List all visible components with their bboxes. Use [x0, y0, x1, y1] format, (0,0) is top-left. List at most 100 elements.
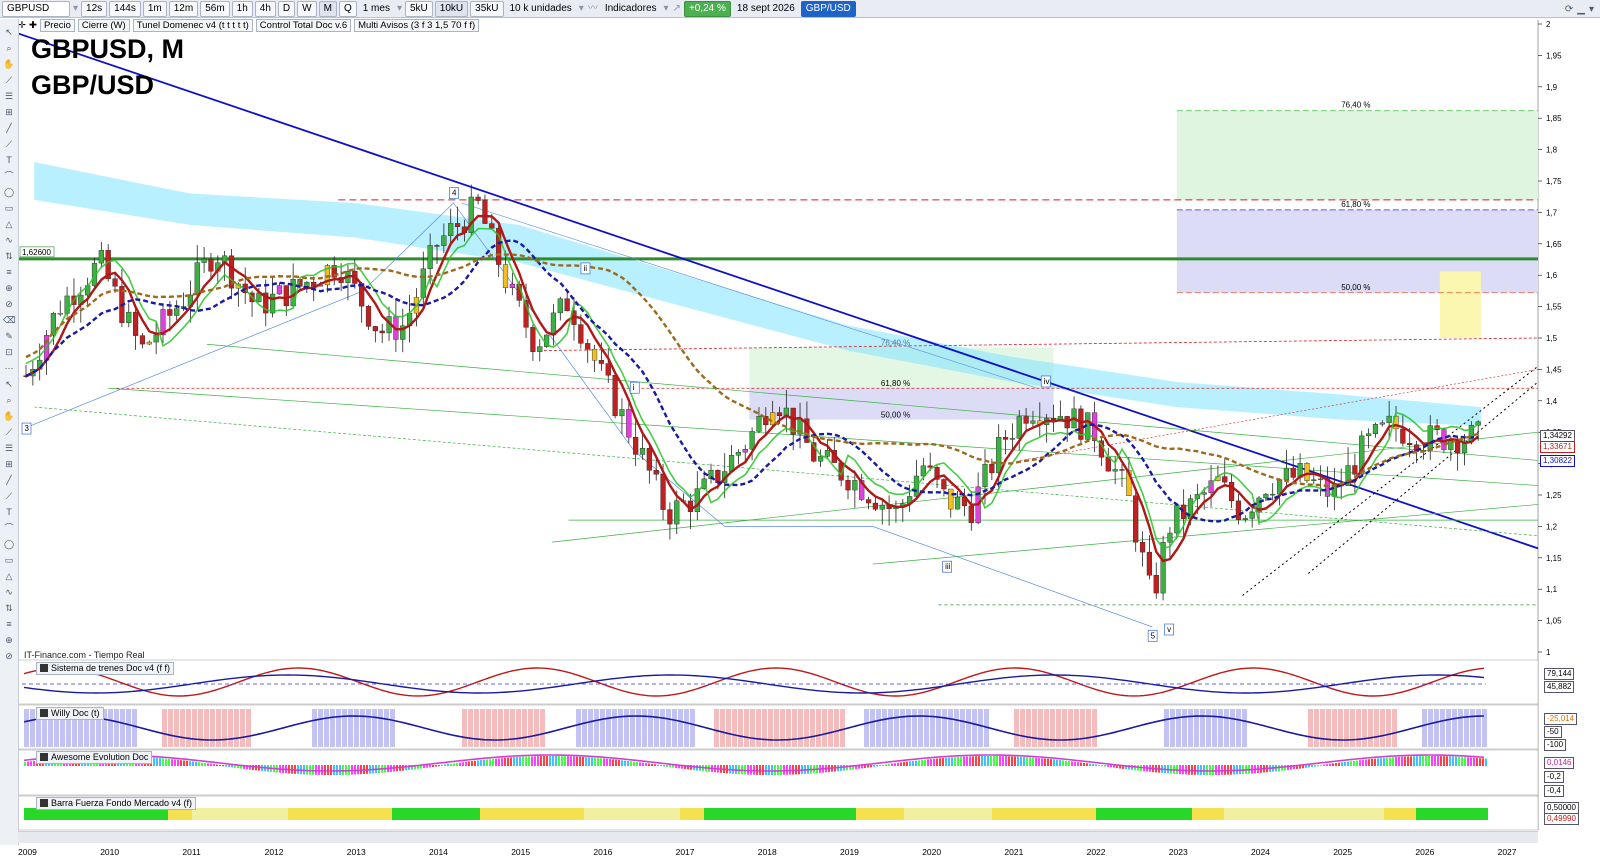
timeframe-12s[interactable]: 12s [81, 0, 108, 17]
awesome-bar [459, 762, 461, 766]
crosshair-icon[interactable]: ⊕ [3, 283, 15, 293]
line-icon[interactable]: ⟋ [3, 427, 15, 437]
unit-5ku[interactable]: 5kU [404, 0, 433, 17]
candle-body [605, 363, 611, 376]
fuerza-bar [296, 808, 304, 820]
menu-icon[interactable]: ☰ [3, 91, 15, 101]
legend-precio[interactable]: Precio [39, 18, 75, 32]
fuerza-bar [376, 808, 384, 820]
pointer-icon[interactable]: ↖ [3, 27, 15, 37]
price-chart[interactable]: 21,951,91,851,81,751,71,651,61,551,51,45… [0, 0, 1600, 861]
legend-cierre[interactable]: Cierre (W) [77, 18, 130, 32]
text-icon[interactable]: T [3, 155, 15, 165]
rectangle-icon[interactable]: ▭ [3, 555, 15, 565]
delete-icon[interactable]: ⊘ [3, 651, 15, 661]
eraser-icon[interactable]: ⌫ [3, 315, 16, 325]
triangle-icon[interactable]: △ [3, 571, 15, 581]
candle-body [674, 500, 680, 525]
vertical-arrows-icon[interactable]: ⇅ [3, 603, 15, 613]
legend-tunel[interactable]: Tunel Domenec v4 (t t t t t) [132, 18, 253, 32]
timeframe-w[interactable]: W [297, 0, 317, 17]
timeframe-1h[interactable]: 1h [231, 0, 253, 17]
willy-stripe [678, 709, 683, 747]
circle-icon[interactable]: ◯ [3, 539, 15, 549]
willy-stripe [1338, 709, 1343, 747]
trendline-icon[interactable]: ╱ [3, 123, 15, 133]
timeframe-m[interactable]: M [318, 0, 337, 17]
awesome-bar [780, 765, 782, 775]
fuerza-bar [728, 808, 736, 820]
indicator-title-fuerza[interactable]: Barra Fuerza Fondo Mercado v4 (f) [36, 797, 197, 810]
unit-10ku[interactable]: 10kU [434, 0, 469, 17]
quantity-dropdown-icon[interactable]: ▾ [578, 2, 585, 16]
frame-icon[interactable]: ⊡ [3, 347, 15, 357]
timeframe-1m[interactable]: 1m [142, 0, 167, 17]
circle-icon[interactable]: ◯ [3, 187, 15, 197]
more-icon[interactable]: ⋯ [3, 363, 15, 373]
arc-icon[interactable]: ⌒ [3, 523, 15, 533]
period-dropdown-icon[interactable]: ▾ [396, 2, 403, 16]
indicators-icon[interactable]: 〰 [587, 2, 599, 16]
candle-body [208, 258, 214, 272]
timeframe-12m[interactable]: 12m [168, 0, 199, 17]
indicators-button[interactable]: Indicadores [601, 2, 661, 16]
ray-icon[interactable]: ⟋ [3, 491, 15, 501]
timeframe-4h[interactable]: 4h [254, 0, 276, 17]
zoom-icon[interactable]: ⌕ [3, 43, 15, 53]
pointer-icon[interactable]: ↖ [3, 379, 15, 389]
quantity-select[interactable]: 10 k unidades [506, 2, 576, 16]
fuerza-bar [416, 808, 424, 820]
text-icon[interactable]: T [3, 507, 15, 517]
fuerza-bar [704, 808, 712, 820]
indicator-title-awesome[interactable]: Awesome Evolution Doc [36, 751, 153, 764]
pin-icon[interactable]: ✚ [29, 20, 37, 31]
indicator-title-willy[interactable]: Willy Doc (t) [36, 707, 104, 720]
chevron-down-icon[interactable]: ▾ [1589, 4, 1594, 15]
hand-icon[interactable]: ✋ [3, 411, 15, 421]
willy-stripe [1440, 709, 1445, 747]
ray-icon[interactable]: ⟋ [3, 139, 15, 149]
pencil-icon[interactable]: ✎ [3, 331, 15, 341]
fib-icon[interactable]: ≡ [3, 267, 15, 277]
symbol-input[interactable]: GBPUSD [2, 0, 70, 17]
fib-icon[interactable]: ≡ [3, 619, 15, 629]
menu-icon[interactable]: ☰ [3, 443, 15, 453]
fuerza-bar [1232, 808, 1240, 820]
timeframe-144s[interactable]: 144s [109, 0, 141, 17]
legend-control-total[interactable]: Control Total Doc v.6 [255, 18, 352, 32]
trendline-icon[interactable]: ╱ [3, 475, 15, 485]
indicator-title-trenes[interactable]: Sistema de trenes Doc v4 (f f) [36, 662, 175, 675]
awesome-bar [534, 756, 536, 766]
vertical-arrows-icon[interactable]: ⇅ [3, 251, 15, 261]
add-icon[interactable]: ✛ [18, 20, 26, 31]
sync-icon[interactable]: ⟳ [1565, 4, 1573, 15]
willy-stripe [822, 709, 827, 747]
dropdown-arrow-icon[interactable]: ▾ [72, 2, 79, 16]
timeframe-q[interactable]: Q [338, 0, 357, 17]
candle-body [441, 235, 447, 246]
arc-icon[interactable]: ⌒ [3, 171, 15, 181]
line-icon[interactable]: ⟋ [3, 75, 15, 85]
hand-icon[interactable]: ✋ [3, 59, 15, 69]
period-select[interactable]: 1 mes [359, 2, 394, 16]
candle-body [557, 298, 563, 314]
zoom-icon[interactable]: ⌕ [3, 395, 15, 405]
awesome-bar [921, 759, 923, 766]
timeframe-d[interactable]: D [277, 0, 296, 17]
rectangle-icon[interactable]: ▭ [3, 203, 15, 213]
horizontal-scrollbar[interactable] [18, 831, 1538, 843]
triangle-icon[interactable]: △ [3, 219, 15, 229]
indicators-dropdown-icon[interactable]: ▾ [663, 2, 670, 16]
wave-icon[interactable]: ∿ [3, 235, 15, 245]
crosshair-icon[interactable]: ⊕ [3, 635, 15, 645]
timeframe-56m[interactable]: 56m [200, 0, 230, 17]
grid-icon[interactable]: ⊞ [3, 107, 15, 117]
legend-multi-avisos[interactable]: Multi Avisos (3 f 3 1,5 70 f f) [354, 18, 480, 32]
delete-icon[interactable]: ⊘ [3, 299, 15, 309]
minimize-icon[interactable]: ▁ [1577, 4, 1585, 15]
unit-35ku[interactable]: 35kU [470, 0, 504, 17]
willy-stripe [402, 709, 407, 747]
grid-icon[interactable]: ⊞ [3, 459, 15, 469]
fuerza-bar [1176, 808, 1184, 820]
wave-icon[interactable]: ∿ [3, 587, 15, 597]
